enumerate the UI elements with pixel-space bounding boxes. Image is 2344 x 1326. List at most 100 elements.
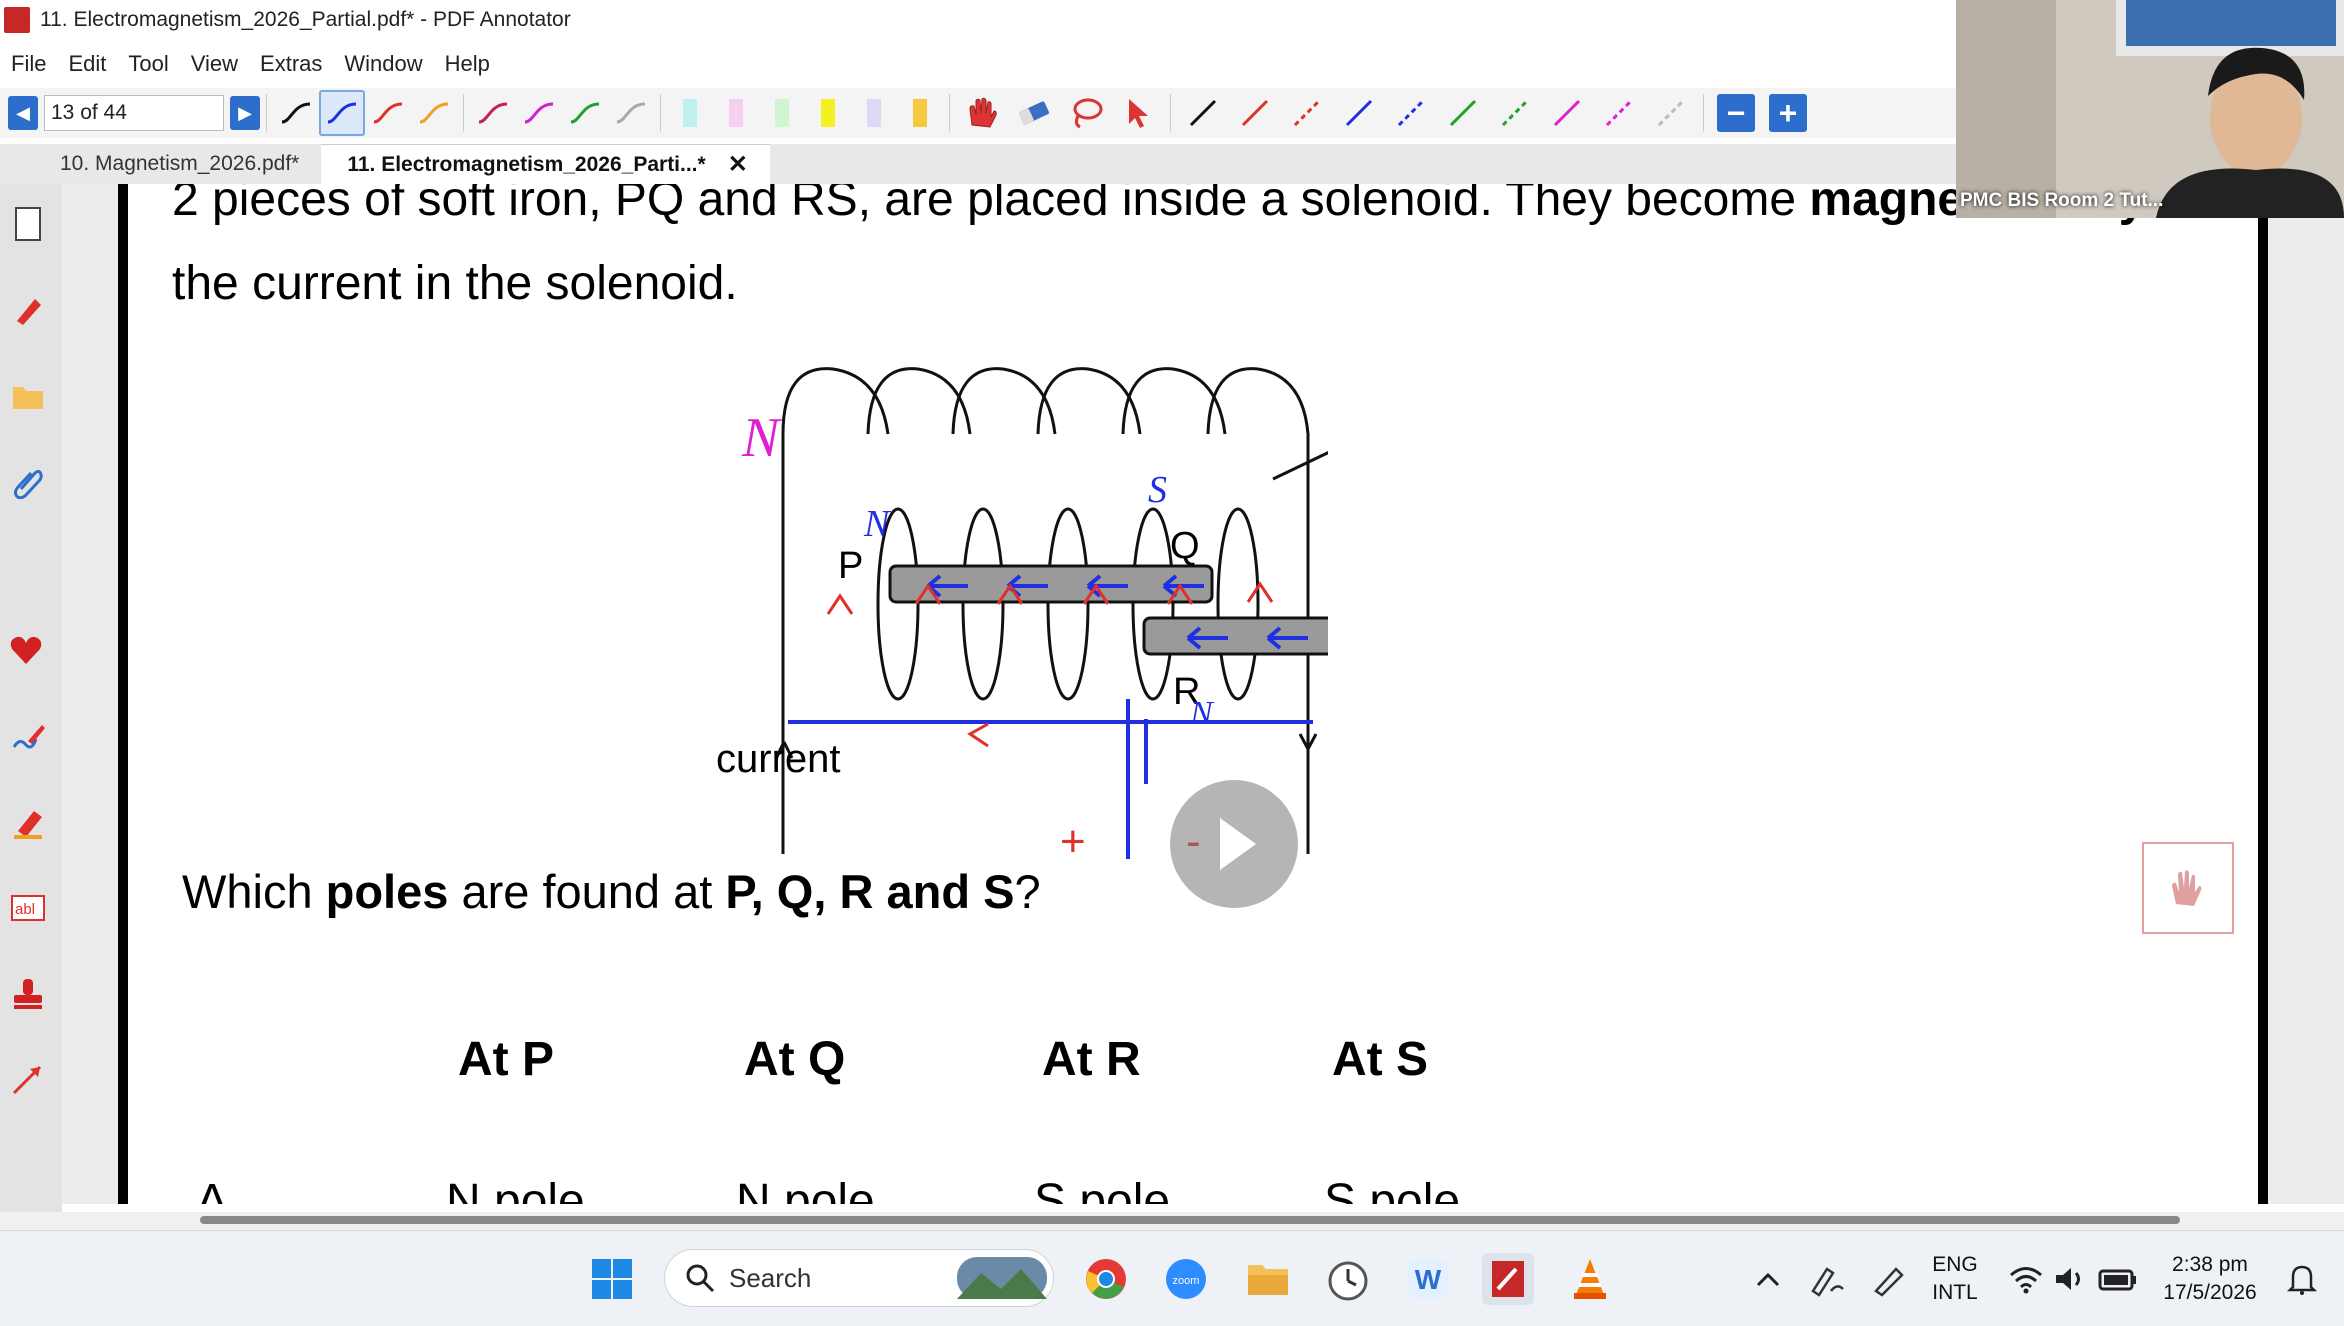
document-tabs: 10. Magnetism_2026.pdf* 11. Electromagne… bbox=[0, 144, 1956, 184]
select-arrow-icon[interactable] bbox=[1112, 90, 1164, 136]
solenoid-coil-back-5 bbox=[1216, 507, 1260, 701]
zoom-out-button[interactable]: − bbox=[1717, 94, 1755, 132]
text-box-icon[interactable]: abl bbox=[6, 886, 50, 930]
label-p: P bbox=[838, 545, 863, 587]
notification-bell-icon[interactable] bbox=[2276, 1253, 2328, 1305]
menu-window[interactable]: Window bbox=[333, 51, 433, 77]
arrow-tool-icon[interactable] bbox=[6, 1058, 50, 1102]
system-clock[interactable]: 2:38 pm 17/5/2026 bbox=[2150, 1251, 2270, 1307]
zoom-in-button[interactable]: + bbox=[1769, 94, 1807, 132]
pen-orange-icon[interactable] bbox=[411, 90, 457, 136]
battery-icon[interactable] bbox=[2092, 1253, 2144, 1305]
file-explorer-icon[interactable] bbox=[1242, 1253, 1294, 1305]
menu-edit[interactable]: Edit bbox=[57, 51, 117, 77]
menu-tool[interactable]: Tool bbox=[117, 51, 179, 77]
horizontal-scrollbar[interactable] bbox=[200, 1216, 2180, 1224]
option-a-s-value: S pole bbox=[1324, 1175, 1461, 1204]
menu-view[interactable]: View bbox=[180, 51, 249, 77]
solenoid-coil-front-1 bbox=[781, 367, 890, 854]
search-icon bbox=[686, 1264, 715, 1293]
svg-text:zoom: zoom bbox=[1173, 1275, 1200, 1287]
menu-file[interactable]: File bbox=[0, 51, 57, 77]
option-a-q-value: N pole bbox=[736, 1175, 875, 1204]
pen-blue-icon[interactable] bbox=[319, 90, 365, 136]
label-current-left: current bbox=[716, 737, 841, 781]
zoom-app-icon[interactable]: zoom bbox=[1160, 1253, 1212, 1305]
folder-icon[interactable] bbox=[6, 374, 50, 418]
line-green-dashed-icon[interactable] bbox=[1489, 90, 1541, 136]
highlighter-pink-icon[interactable] bbox=[713, 90, 759, 136]
pen-red-icon[interactable] bbox=[365, 90, 411, 136]
svg-text:W: W bbox=[1415, 1264, 1442, 1295]
tab-electromagnetism[interactable]: 11. Electromagnetism_2026_Parti...* ✕ bbox=[321, 144, 770, 184]
highlighter-orange-icon[interactable] bbox=[897, 90, 943, 136]
raise-hand-icon[interactable] bbox=[2142, 842, 2234, 934]
highlighter-green-icon[interactable] bbox=[759, 90, 805, 136]
clock-app-icon[interactable] bbox=[1322, 1253, 1374, 1305]
toolbar-separator bbox=[266, 94, 267, 132]
chrome-icon[interactable] bbox=[1080, 1253, 1132, 1305]
pen-panel-icon[interactable] bbox=[6, 288, 50, 332]
line-red-dashed-icon[interactable] bbox=[1281, 90, 1333, 136]
line-blue-icon[interactable] bbox=[1333, 90, 1385, 136]
question-intro-line-1: 2 pieces of soft iron, PQ and RS, are pl… bbox=[172, 184, 2145, 226]
line-red-icon[interactable] bbox=[1229, 90, 1281, 136]
paperclip-icon[interactable] bbox=[6, 460, 50, 504]
solenoid-coil-back-3 bbox=[1046, 507, 1090, 701]
solenoid-coil-back-2 bbox=[961, 507, 1005, 701]
annotation-n-pole: N bbox=[741, 407, 782, 469]
tab-magnetism[interactable]: 10. Magnetism_2026.pdf* bbox=[0, 144, 321, 184]
pen-input-icon[interactable] bbox=[1800, 1253, 1852, 1305]
line-blue-dashed-icon[interactable] bbox=[1385, 90, 1437, 136]
input-language-indicator[interactable]: ENG INTL bbox=[1920, 1251, 1990, 1307]
close-icon[interactable]: ✕ bbox=[728, 150, 748, 179]
line-black-icon[interactable] bbox=[1177, 90, 1229, 136]
page-number-input[interactable] bbox=[44, 95, 224, 131]
webcam-caption: PMC BIS Room 2 Tut... bbox=[1960, 190, 2164, 211]
option-a-r-value: S pole bbox=[1034, 1175, 1171, 1204]
pen-black-icon[interactable] bbox=[273, 90, 319, 136]
annotation-plus: + bbox=[1060, 817, 1086, 864]
pdf-annotator-taskbar-icon[interactable] bbox=[1482, 1253, 1534, 1305]
window-title: 11. Electromagnetism_2026_Partial.pdf* -… bbox=[40, 8, 571, 31]
handwriting-pen-icon[interactable] bbox=[1862, 1253, 1914, 1305]
line-green-icon[interactable] bbox=[1437, 90, 1489, 136]
pdf-page: 2 pieces of soft iron, PQ and RS, are pl… bbox=[118, 184, 2268, 1204]
pen-darkred-icon[interactable] bbox=[470, 90, 516, 136]
play-button-icon[interactable] bbox=[1170, 780, 1298, 908]
search-placeholder: Search bbox=[729, 1262, 812, 1293]
solenoid-diagram: P Q R S solenoid current current N S N S… bbox=[716, 367, 1328, 864]
pen-magenta-icon[interactable] bbox=[516, 90, 562, 136]
eraser-icon[interactable] bbox=[1008, 90, 1060, 136]
volume-icon[interactable] bbox=[2044, 1253, 2096, 1305]
column-header-r: At R bbox=[1042, 1033, 1141, 1086]
line-magenta-dashed-icon[interactable] bbox=[1593, 90, 1645, 136]
highlighter-lavender-icon[interactable] bbox=[851, 90, 897, 136]
highlighter-yellow-icon[interactable] bbox=[805, 90, 851, 136]
previous-page-button[interactable]: ◀ bbox=[8, 96, 38, 130]
whiteboard-app-icon[interactable]: W bbox=[1402, 1253, 1454, 1305]
taskbar-search[interactable]: Search bbox=[664, 1249, 1054, 1307]
highlighter-panel-icon[interactable] bbox=[6, 800, 50, 844]
line-magenta-icon[interactable] bbox=[1541, 90, 1593, 136]
windows-start-icon[interactable] bbox=[586, 1253, 638, 1305]
highlighter-cyan-icon[interactable] bbox=[667, 90, 713, 136]
webcam-video: PMC BIS Room 2 Tut... bbox=[1956, 0, 2344, 218]
pen-gray-icon[interactable] bbox=[608, 90, 654, 136]
stamp-icon[interactable] bbox=[6, 972, 50, 1016]
vlc-icon[interactable] bbox=[1564, 1253, 1616, 1305]
pen-green-icon[interactable] bbox=[562, 90, 608, 136]
next-page-button[interactable]: ▶ bbox=[230, 96, 260, 130]
chevron-up-icon[interactable] bbox=[1742, 1253, 1794, 1305]
menu-extras[interactable]: Extras bbox=[249, 51, 333, 77]
hand-tool-icon[interactable] bbox=[956, 90, 1008, 136]
line-gray-dashed-icon[interactable] bbox=[1645, 90, 1697, 136]
page-thumbnail-icon[interactable] bbox=[6, 202, 50, 246]
favorite-heart-icon[interactable] bbox=[4, 628, 48, 672]
menu-help[interactable]: Help bbox=[434, 51, 501, 77]
document-view[interactable]: 2 pieces of soft iron, PQ and RS, are pl… bbox=[62, 184, 2344, 1204]
presenter-video-icon bbox=[1956, 0, 2344, 218]
lasso-icon[interactable] bbox=[1060, 90, 1112, 136]
signature-pen-icon[interactable] bbox=[6, 714, 50, 758]
option-a-p-value: N pole bbox=[446, 1175, 585, 1204]
